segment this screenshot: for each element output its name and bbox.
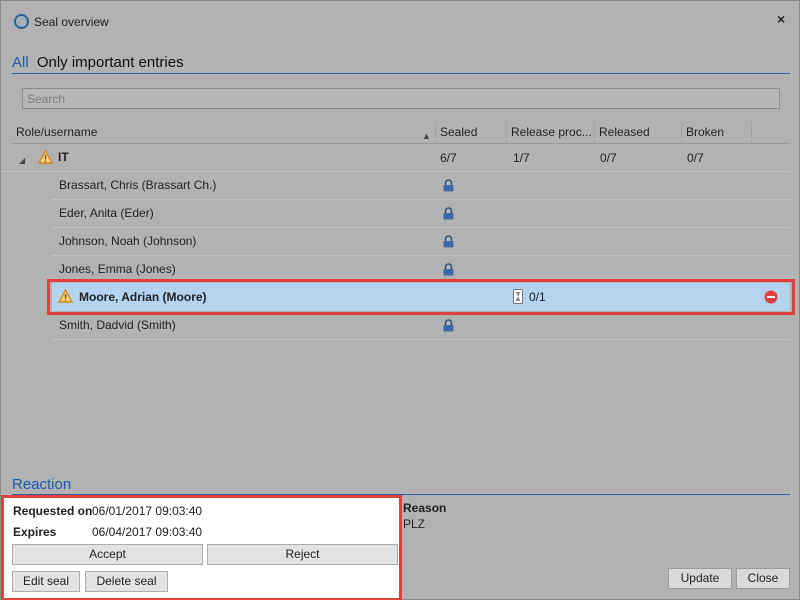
group-sealed-count: 6/7 [440,151,457,165]
lock-icon [443,319,454,332]
sort-ascending-icon[interactable]: ▲ [422,126,431,147]
table-row-user-name[interactable]: Brassart, Chris (Brassart Ch.) [59,171,216,199]
reject-button[interactable]: Reject [207,544,398,565]
group-broken-count: 0/7 [687,151,704,165]
column-header-sealed[interactable]: Sealed [436,122,507,144]
row-divider [52,199,790,200]
expires-label: Expires [13,525,57,539]
tabs-divider [12,73,790,74]
table-row-user-name[interactable]: Eder, Anita (Eder) [59,199,154,227]
collapse-triangle-icon[interactable]: ◢ [19,156,25,165]
accept-button[interactable]: Accept [12,544,203,565]
lock-icon [443,179,454,192]
group-row-name[interactable]: IT [58,143,69,171]
table-row-user-name[interactable]: Smith, Dadvid (Smith) [59,311,176,339]
highlight-frame [47,279,795,315]
group-released-count: 0/7 [600,151,617,165]
search-input[interactable] [22,88,780,109]
window-title: Seal overview [34,15,109,29]
lock-icon [443,207,454,220]
group-release-count: 1/7 [513,151,530,165]
delete-seal-button[interactable]: Delete seal [85,571,168,592]
close-button[interactable]: Close [736,568,790,589]
table-row-user-name[interactable]: Johnson, Noah (Johnson) [59,227,196,255]
reaction-section-title: Reaction [12,476,72,493]
title-bar: Seal overview × [1,1,799,41]
warning-icon [38,150,53,164]
reaction-panel: Requested on 06/01/2017 09:03:40 Expires… [1,495,402,600]
column-header-release[interactable]: Release proc... [507,122,595,144]
app-logo-icon [14,14,29,29]
column-header-released[interactable]: Released [595,122,682,144]
seal-overview-window: Seal overview × All Only important entri… [0,0,800,600]
update-button[interactable]: Update [668,568,732,589]
reason-value: PLZ [403,517,426,531]
lock-icon [443,263,454,276]
requested-on-label: Requested on [13,504,93,518]
grid-header: Role/username ▲ Sealed Release proc... R… [12,122,790,144]
column-header-broken[interactable]: Broken [682,122,752,144]
column-header-role-label: Role/username [16,125,98,139]
close-icon[interactable]: × [777,11,785,27]
lock-icon [443,235,454,248]
row-divider [52,339,790,340]
filter-tabs: All Only important entries [12,54,184,71]
reason-label: Reason [403,501,447,515]
expires-value: 06/04/2017 09:03:40 [92,525,203,539]
edit-seal-button[interactable]: Edit seal [12,571,80,592]
column-header-role[interactable]: Role/username ▲ [12,122,436,144]
tab-only-important[interactable]: Only important entries [37,54,184,71]
tab-all[interactable]: All [12,54,29,71]
requested-on-value: 06/01/2017 09:03:40 [92,504,203,518]
